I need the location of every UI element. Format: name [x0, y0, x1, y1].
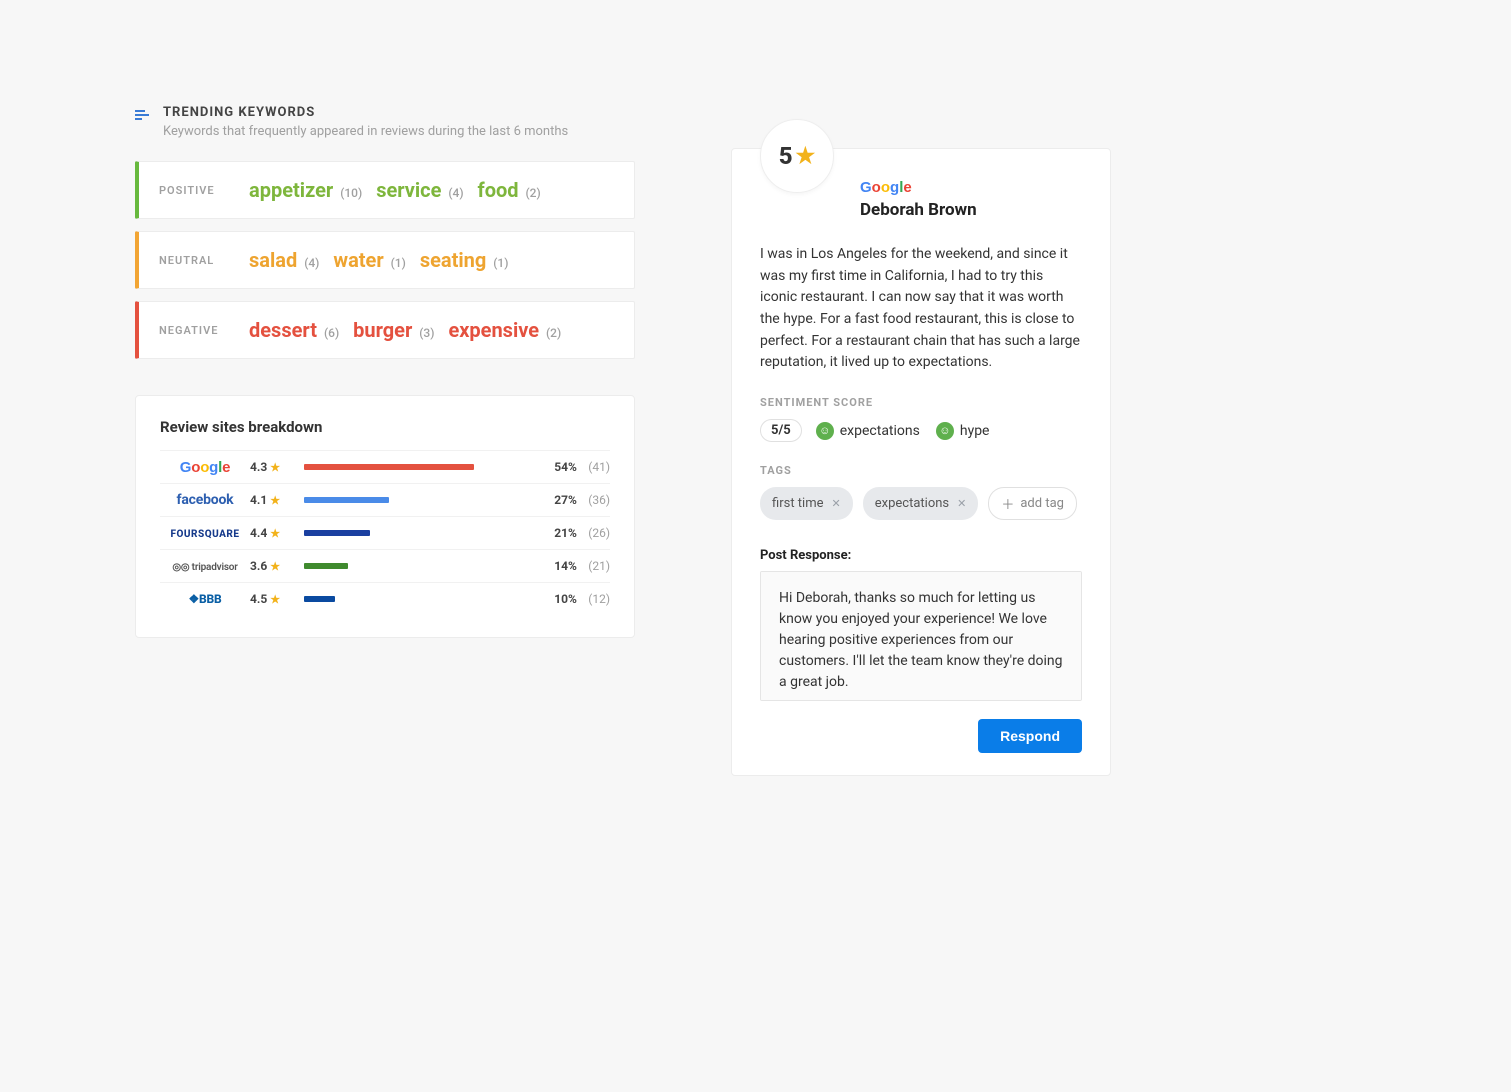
bar-chart-icon [135, 107, 153, 126]
sentiment-score-pill: 5/5 [760, 419, 802, 442]
sentiment-score-label: SENTIMENT SCORE [760, 396, 1082, 409]
site-logo: facebook [160, 492, 250, 508]
star-icon: ★ [270, 527, 280, 540]
remove-tag-icon[interactable]: ✕ [957, 497, 966, 510]
remove-tag-icon[interactable]: ✕ [832, 497, 841, 510]
site-bar [304, 464, 544, 470]
site-percent: 14% [554, 559, 588, 573]
site-bar [304, 497, 544, 503]
star-icon: ★ [270, 560, 280, 573]
keyword-item[interactable]: food (2) [478, 178, 541, 202]
response-textarea[interactable] [760, 571, 1082, 701]
site-percent: 21% [554, 526, 588, 540]
site-bar [304, 530, 544, 536]
plus-icon: ＋ [1001, 494, 1014, 513]
keyword-group-label: POSITIVE [159, 184, 249, 197]
site-rating: 4.1★ [250, 493, 290, 507]
sentiment-keyword: ☺expectations [816, 422, 920, 440]
tags-label: TAGS [760, 464, 1082, 477]
review-source-logo: Google [860, 179, 1082, 196]
site-count: (12) [588, 592, 610, 606]
site-rating: 3.6★ [250, 559, 290, 573]
site-bar [304, 563, 544, 569]
smile-icon: ☺ [936, 422, 954, 440]
keyword-item[interactable]: salad (4) [249, 248, 319, 272]
add-tag-button[interactable]: ＋ add tag [988, 487, 1077, 520]
site-percent: 27% [554, 493, 588, 507]
keyword-item[interactable]: expensive (2) [448, 318, 561, 342]
star-icon: ★ [796, 144, 816, 169]
keyword-card-positive: POSITIVEappetizer (10) service (4) food (2… [135, 161, 635, 219]
site-row[interactable]: FOURSQUARE4.4★ 21%(26) [160, 516, 610, 549]
keyword-group-label: NEGATIVE [159, 324, 249, 337]
tag-pill[interactable]: first time ✕ [760, 487, 853, 520]
site-rating: 4.5★ [250, 592, 290, 606]
reviewer-name: Deborah Brown [860, 200, 1082, 220]
keyword-card-neutral: NEUTRALsalad (4) water (1) seating (1) [135, 231, 635, 289]
keyword-item[interactable]: appetizer (10) [249, 178, 362, 202]
keyword-item[interactable]: service (4) [376, 178, 463, 202]
tag-pill[interactable]: expectations ✕ [863, 487, 979, 520]
breakdown-title: Review sites breakdown [160, 418, 610, 436]
rating-badge: 5 ★ [760, 119, 834, 193]
trending-keywords-subtitle: Keywords that frequently appeared in rev… [163, 124, 568, 139]
trending-keywords-header: TRENDING KEYWORDS Keywords that frequent… [135, 105, 635, 139]
site-logo: Google [160, 459, 250, 476]
post-response-label: Post Response: [760, 548, 1082, 563]
keyword-group-label: NEUTRAL [159, 254, 249, 267]
site-row[interactable]: facebook4.1★ 27%(36) [160, 483, 610, 516]
review-sites-breakdown-card: Review sites breakdown Google4.3★ 54%(41)… [135, 395, 635, 638]
site-logo: FOURSQUARE [160, 526, 250, 540]
site-rating: 4.3★ [250, 460, 290, 474]
keyword-item[interactable]: burger (3) [353, 318, 434, 342]
keyword-item[interactable]: seating (1) [420, 248, 509, 272]
trending-keywords-title: TRENDING KEYWORDS [163, 105, 568, 120]
star-icon: ★ [270, 593, 280, 606]
star-icon: ★ [270, 494, 280, 507]
star-icon: ★ [270, 461, 280, 474]
site-logo: ◎◎ tripadvisor [160, 559, 250, 573]
sentiment-keyword: ☺hype [936, 422, 990, 440]
site-rating: 4.4★ [250, 526, 290, 540]
site-row[interactable]: ❖BBB4.5★ 10%(12) [160, 582, 610, 615]
keyword-item[interactable]: water (1) [333, 248, 405, 272]
site-percent: 10% [554, 592, 588, 606]
site-row[interactable]: ◎◎ tripadvisor3.6★ 14%(21) [160, 549, 610, 582]
site-row[interactable]: Google4.3★ 54%(41) [160, 450, 610, 483]
respond-button[interactable]: Respond [978, 719, 1082, 753]
site-count: (21) [588, 559, 610, 573]
smile-icon: ☺ [816, 422, 834, 440]
site-logo: ❖BBB [160, 592, 250, 606]
site-count: (41) [588, 460, 610, 474]
keyword-item[interactable]: dessert (6) [249, 318, 339, 342]
site-count: (36) [588, 493, 610, 507]
site-count: (26) [588, 526, 610, 540]
keyword-card-negative: NEGATIVEdessert (6) burger (3) expensive (… [135, 301, 635, 359]
site-percent: 54% [554, 460, 588, 474]
review-body: I was in Los Angeles for the weekend, an… [760, 244, 1082, 374]
review-card: 5 ★ Google Deborah Brown I was in Los An… [731, 148, 1111, 776]
site-bar [304, 596, 544, 602]
rating-value: 5 [779, 142, 793, 170]
